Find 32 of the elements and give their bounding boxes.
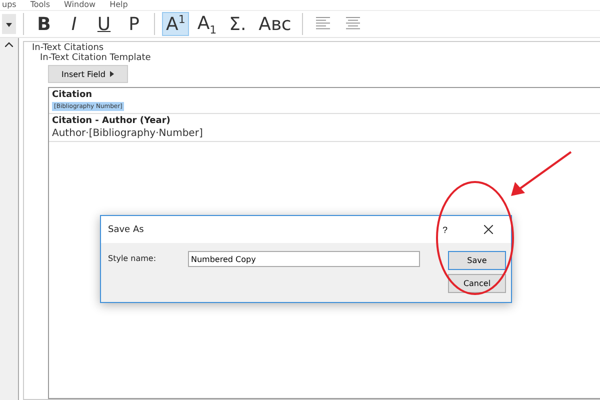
dialog-button[interactable]: Cancel <box>448 274 506 293</box>
style-name-label: Style name: <box>108 254 158 265</box>
menu-item[interactable]: ups <box>2 0 16 10</box>
menu-item[interactable]: Tools <box>30 0 50 10</box>
dialog-button[interactable]: Save <box>448 251 506 270</box>
template-text: Author·[Bibliography·Number] <box>52 128 203 139</box>
template-heading: Citation - Author (Year) <box>52 116 170 126</box>
dialog-title: Save As <box>108 224 145 234</box>
format-button[interactable]: I <box>61 12 87 36</box>
section-title: In-Text Citations <box>32 43 105 53</box>
style-name-field[interactable]: Numbered Copy <box>188 251 420 267</box>
close-icon <box>484 225 492 234</box>
menu-item[interactable]: Help <box>110 0 128 10</box>
format-button[interactable]: P <box>121 12 147 36</box>
caret-up-icon[interactable] <box>5 42 13 47</box>
format-button[interactable]: B <box>31 12 57 36</box>
format-button[interactable]: Σ. <box>224 12 251 36</box>
menu-item[interactable]: Window <box>64 0 96 10</box>
format-button[interactable]: A$^{1}$ <box>162 12 190 36</box>
help-button[interactable]: ? <box>425 216 465 243</box>
format-button[interactable]: Aʙᴄ <box>254 12 296 36</box>
group-title: In-Text Citation Template <box>40 53 152 63</box>
caret-icon <box>110 71 114 77</box>
insert-field-button[interactable]: Insert Field <box>48 65 128 83</box>
dropdown-button[interactable] <box>2 14 16 34</box>
template-heading: Citation <box>52 90 92 100</box>
annotation-arrow <box>511 151 572 196</box>
align-left-icon <box>315 16 332 30</box>
format-button[interactable]: U <box>91 12 117 36</box>
format-button[interactable]: A$_{1}$ <box>193 12 221 36</box>
align-center-icon <box>345 16 362 30</box>
caret-icon <box>6 22 12 26</box>
